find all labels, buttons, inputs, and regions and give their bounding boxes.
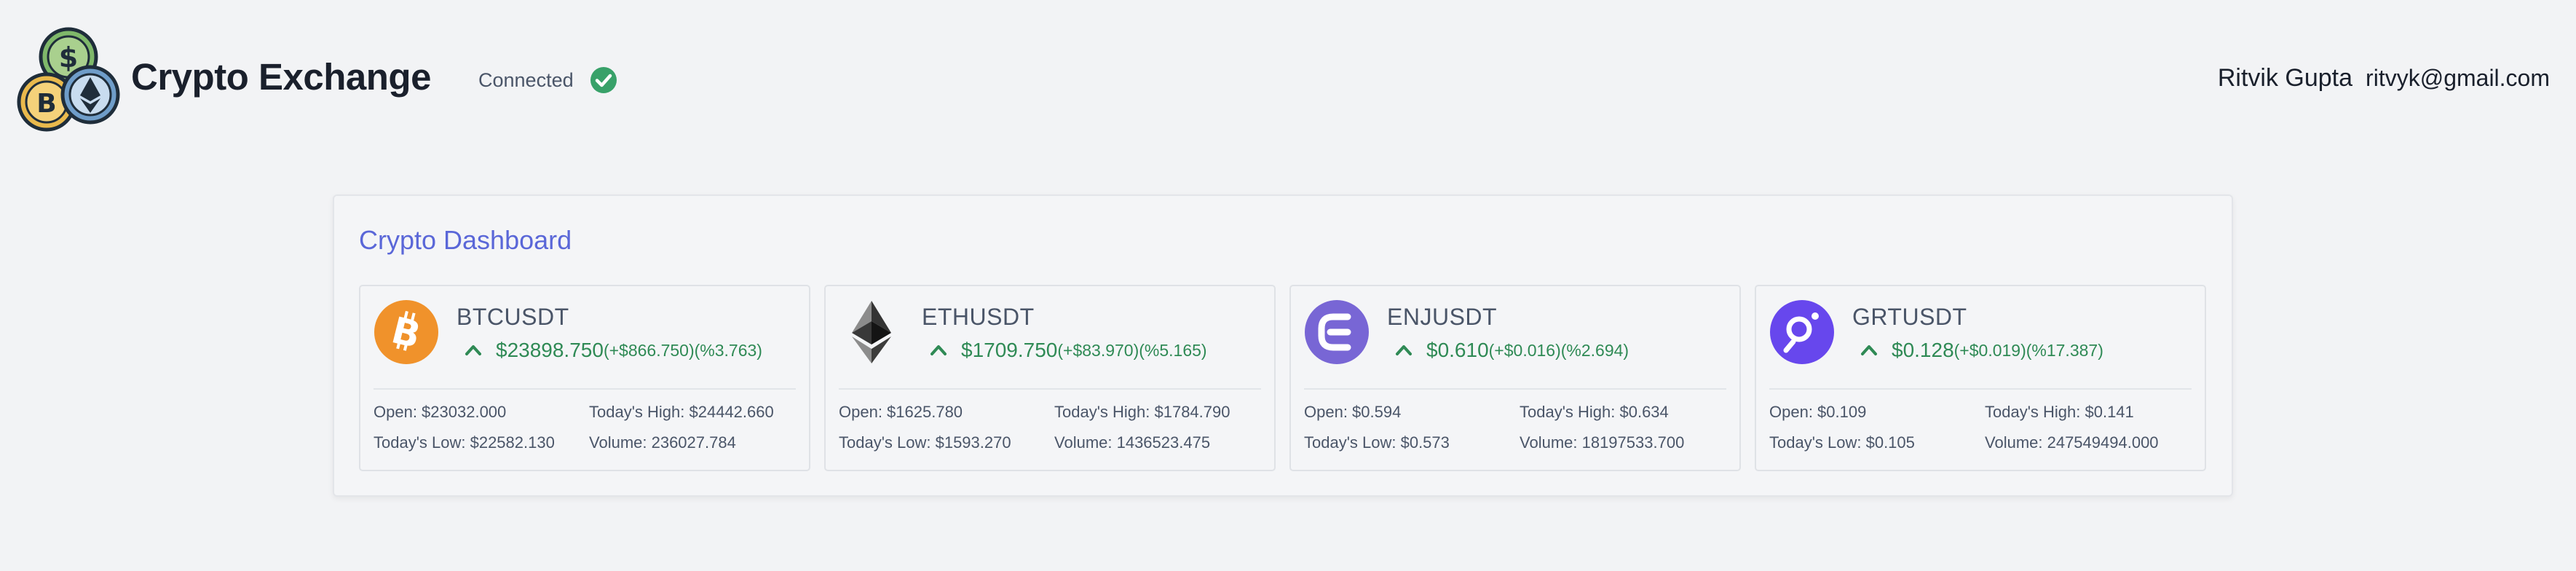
price-row: $0.128 (+$0.019)(%17.387) [1858,339,2103,362]
ticker-stats: Open: $0.594 Today's High: $0.634 Today'… [1304,403,1684,452]
connection-status: Connected [478,66,617,95]
open-price: Open: $0.594 [1304,403,1402,421]
ticker-card-grtusdt[interactable]: GRTUSDT $0.128 (+$0.019)(%17.387) Open: … [1755,285,2206,471]
card-divider [374,388,796,390]
todays-high: Today's High: $1784.790 [1054,403,1230,421]
last-price: $0.610 [1426,339,1489,361]
price-change: (+$83.970)(%5.165) [1057,340,1207,360]
todays-high: Today's High: $0.634 [1520,403,1669,421]
card-divider [839,388,1261,390]
enjin-icon [1304,299,1370,365]
volume: Volume: 18197533.700 [1520,433,1685,452]
ethereum-icon [839,299,904,365]
user-info: Ritvik Gupta ritvyk@gmail.com [2218,64,2550,92]
last-price: $1709.750 [961,339,1058,361]
ticker-card-btcusdt[interactable]: B BTCUSDT $23898.750 (+$866.750)(%3.763) [359,285,810,471]
the-graph-icon [1769,299,1835,365]
ticker-symbol: BTCUSDT [457,304,569,330]
todays-high: Today's High: $24442.660 [589,403,774,421]
crypto-dashboard-panel: Crypto Dashboard B BTCUSDT $23898.750 (+… [333,194,2233,497]
svg-text:$: $ [59,42,78,74]
price-row: $0.610 (+$0.016)(%2.694) [1393,339,1629,362]
volume: Volume: 1436523.475 [1054,433,1211,452]
open-price: Open: $23032.000 [374,403,507,421]
app-title: Crypto Exchange [131,56,431,98]
ticker-card-ethusdt[interactable]: ETHUSDT $1709.750 (+$83.970)(%5.165) Ope… [824,285,1276,471]
chevron-up-icon [1396,345,1412,355]
volume: Volume: 236027.784 [589,433,736,452]
price-change: (+$0.019)(%17.387) [1953,340,2103,360]
chevron-up-icon [1861,345,1877,355]
ticker-stats: Open: $23032.000 Today's High: $24442.66… [374,403,774,452]
last-price: $23898.750 [496,339,604,361]
price-row: $23898.750 (+$866.750)(%3.763) [462,339,762,362]
ticker-symbol: ENJUSDT [1387,304,1498,330]
ticker-stats: Open: $1625.780 Today's High: $1784.790 … [839,403,1230,452]
ticker-symbol: ETHUSDT [922,304,1035,330]
user-email: ritvyk@gmail.com [2366,65,2550,91]
check-circle-icon [590,66,617,94]
price-change: (+$866.750)(%3.763) [603,340,762,360]
connection-status-label: Connected [478,68,574,91]
chevron-up-icon [465,345,481,355]
volume: Volume: 247549494.000 [1985,433,2159,452]
todays-low: Today's Low: $1593.270 [839,433,1011,452]
crypto-coins-logo: $ B [15,26,124,135]
user-name: Ritvik Gupta [2217,64,2353,92]
ticker-card-list: B BTCUSDT $23898.750 (+$866.750)(%3.763) [359,285,2206,471]
chevron-up-icon [931,345,947,355]
open-price: Open: $0.109 [1769,403,1867,421]
dashboard-title: Crypto Dashboard [359,225,572,255]
bitcoin-icon: B [374,299,439,365]
svg-text:B: B [36,89,56,119]
todays-high: Today's High: $0.141 [1985,403,2134,421]
todays-low: Today's Low: $22582.130 [374,433,555,452]
card-divider [1304,388,1726,390]
card-divider [1769,388,2192,390]
todays-low: Today's Low: $0.573 [1304,433,1450,452]
price-change: (+$0.016)(%2.694) [1488,340,1629,360]
ticker-card-enjusdt[interactable]: ENJUSDT $0.610 (+$0.016)(%2.694) Open: $… [1289,285,1741,471]
app-header: $ B Crypto Exchange Connected Ritvik Gup… [0,0,2576,160]
price-row: $1709.750 (+$83.970)(%5.165) [928,339,1207,362]
open-price: Open: $1625.780 [839,403,963,421]
last-price: $0.128 [1892,339,1954,361]
todays-low: Today's Low: $0.105 [1769,433,1915,452]
ticker-symbol: GRTUSDT [1852,304,1967,330]
ticker-stats: Open: $0.109 Today's High: $0.141 Today'… [1769,403,2159,452]
